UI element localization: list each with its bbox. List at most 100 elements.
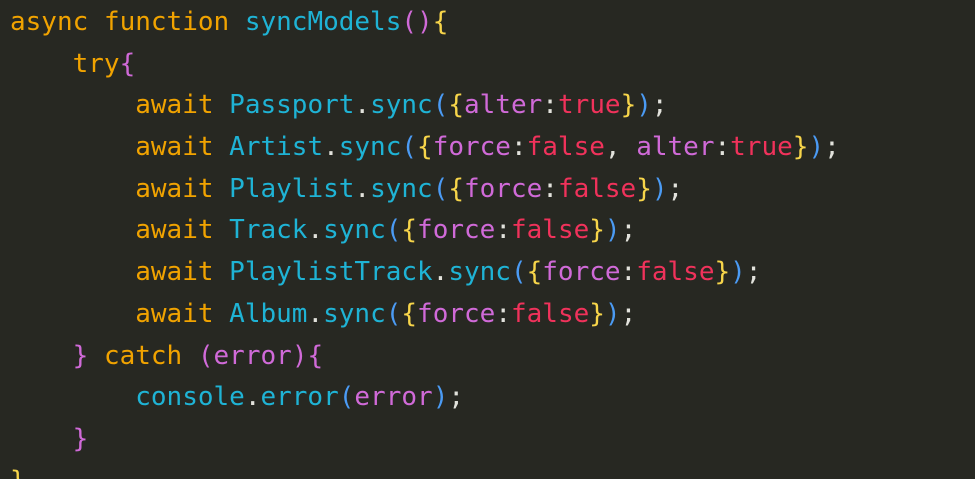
code-token-keyword: try xyxy=(72,48,120,79)
code-token-punct xyxy=(88,341,104,371)
code-token-bool: false xyxy=(510,215,590,246)
code-token-bracket1: { xyxy=(401,298,418,329)
code-token-bracket1: } xyxy=(589,298,605,329)
code-token-bracket1: { xyxy=(401,215,418,246)
code-token-punct xyxy=(214,215,230,245)
code-line: console.error(error); xyxy=(10,377,975,419)
code-token-bracket1: } xyxy=(620,90,637,121)
code-token-punct xyxy=(214,299,230,329)
code-token-bool: false xyxy=(636,257,715,288)
code-token-bracket1: } xyxy=(10,466,26,479)
code-token-bracket3: ( xyxy=(432,173,449,204)
code-token-bracket2: { xyxy=(119,48,136,79)
code-token-keyword: await xyxy=(135,215,214,246)
code-token-punct: : xyxy=(620,257,637,288)
code-token-ident: console xyxy=(135,382,245,413)
code-token-punct: . xyxy=(432,257,449,288)
code-token-bool: true xyxy=(730,132,793,163)
code-token-var: error xyxy=(354,382,433,413)
code-token-bracket1: { xyxy=(526,257,543,288)
code-token-punct xyxy=(214,132,230,162)
code-token-func: sync xyxy=(370,90,433,121)
code-token-punct: . xyxy=(354,90,371,121)
code-token-punct: : xyxy=(714,132,731,163)
code-token-func: sync xyxy=(370,173,433,204)
code-token-punct: : xyxy=(542,173,558,204)
code-token-key: force xyxy=(464,173,543,204)
code-token-punct: : xyxy=(495,215,511,246)
code-token-punct xyxy=(229,7,245,37)
code-token-keyword: await xyxy=(135,173,214,204)
code-token-ident: Passport xyxy=(229,90,355,121)
code-token-key: force xyxy=(417,298,496,329)
code-token-bool: false xyxy=(510,298,590,329)
code-token-bracket1: } xyxy=(714,257,731,288)
code-token-ident: PlaylistTrack xyxy=(229,257,433,288)
code-editor[interactable]: async function syncModels(){ try{ await … xyxy=(0,0,975,479)
code-token-bracket2: ) xyxy=(291,340,308,371)
code-token-bracket3: ( xyxy=(385,215,402,246)
code-token-ident: Album xyxy=(229,298,308,329)
code-token-func: sync xyxy=(448,257,511,288)
code-token-punct: . xyxy=(244,382,261,413)
code-token-punct: : xyxy=(495,298,511,329)
code-token-keyword: await xyxy=(135,298,214,329)
code-token-func: syncModels xyxy=(244,7,402,37)
code-token-bracket2: ( xyxy=(197,340,214,371)
code-token-key: alter xyxy=(464,90,543,121)
code-token-bracket1: } xyxy=(636,173,652,204)
code-token-bracket3: ( xyxy=(432,90,449,121)
code-line: try{ xyxy=(10,44,975,86)
code-token-bool: true xyxy=(557,90,621,121)
code-token-punct: ; xyxy=(651,90,668,121)
code-token-punct: ; xyxy=(620,298,637,329)
code-token-punct: . xyxy=(307,298,324,329)
code-line: await PlaylistTrack.sync({force:false}); xyxy=(10,252,975,294)
code-token-bracket3: ) xyxy=(730,257,746,288)
code-token-punct: : xyxy=(510,132,527,163)
code-token-bracket3: ) xyxy=(651,173,668,204)
code-token-punct: ; xyxy=(667,173,684,204)
code-token-ident: Artist xyxy=(229,132,324,163)
code-token-bracket2: } xyxy=(72,423,89,454)
code-token-punct xyxy=(214,257,230,287)
code-token-punct: ; xyxy=(448,382,464,413)
code-token-bracket3: ( xyxy=(510,257,527,288)
code-token-punct xyxy=(182,341,198,371)
code-token-bracket3: ( xyxy=(385,298,402,329)
code-token-punct xyxy=(88,7,104,37)
code-token-bracket1: { xyxy=(417,132,433,163)
code-token-bracket1: { xyxy=(432,7,449,37)
code-line: await Album.sync({force:false}); xyxy=(10,294,975,336)
code-token-punct: . xyxy=(307,215,324,246)
code-token-bracket3: ( xyxy=(401,132,418,163)
code-token-ident: Track xyxy=(229,215,308,246)
code-line: await Artist.sync({force:false, alter:tr… xyxy=(10,127,975,169)
code-line: await Playlist.sync({force:false}); xyxy=(10,169,975,211)
code-token-func: sync xyxy=(323,298,386,329)
code-token-key: force xyxy=(432,132,511,163)
code-line: } xyxy=(10,419,975,461)
code-token-punct: . xyxy=(323,132,339,163)
code-token-punct: ; xyxy=(620,215,637,246)
code-token-bracket3: ) xyxy=(636,90,652,121)
code-token-bracket2: } xyxy=(72,340,89,371)
code-token-bracket3: ) xyxy=(604,215,621,246)
code-token-func: sync xyxy=(323,215,386,246)
code-token-bracket3: ) xyxy=(604,298,621,329)
code-token-var: error xyxy=(213,340,292,371)
code-token-bracket1: } xyxy=(792,132,809,163)
code-token-bracket1: { xyxy=(448,90,464,121)
code-token-key: force xyxy=(542,257,621,288)
code-token-key: force xyxy=(417,215,496,246)
code-token-bool: false xyxy=(557,173,637,204)
code-token-keyword: await xyxy=(135,90,214,121)
